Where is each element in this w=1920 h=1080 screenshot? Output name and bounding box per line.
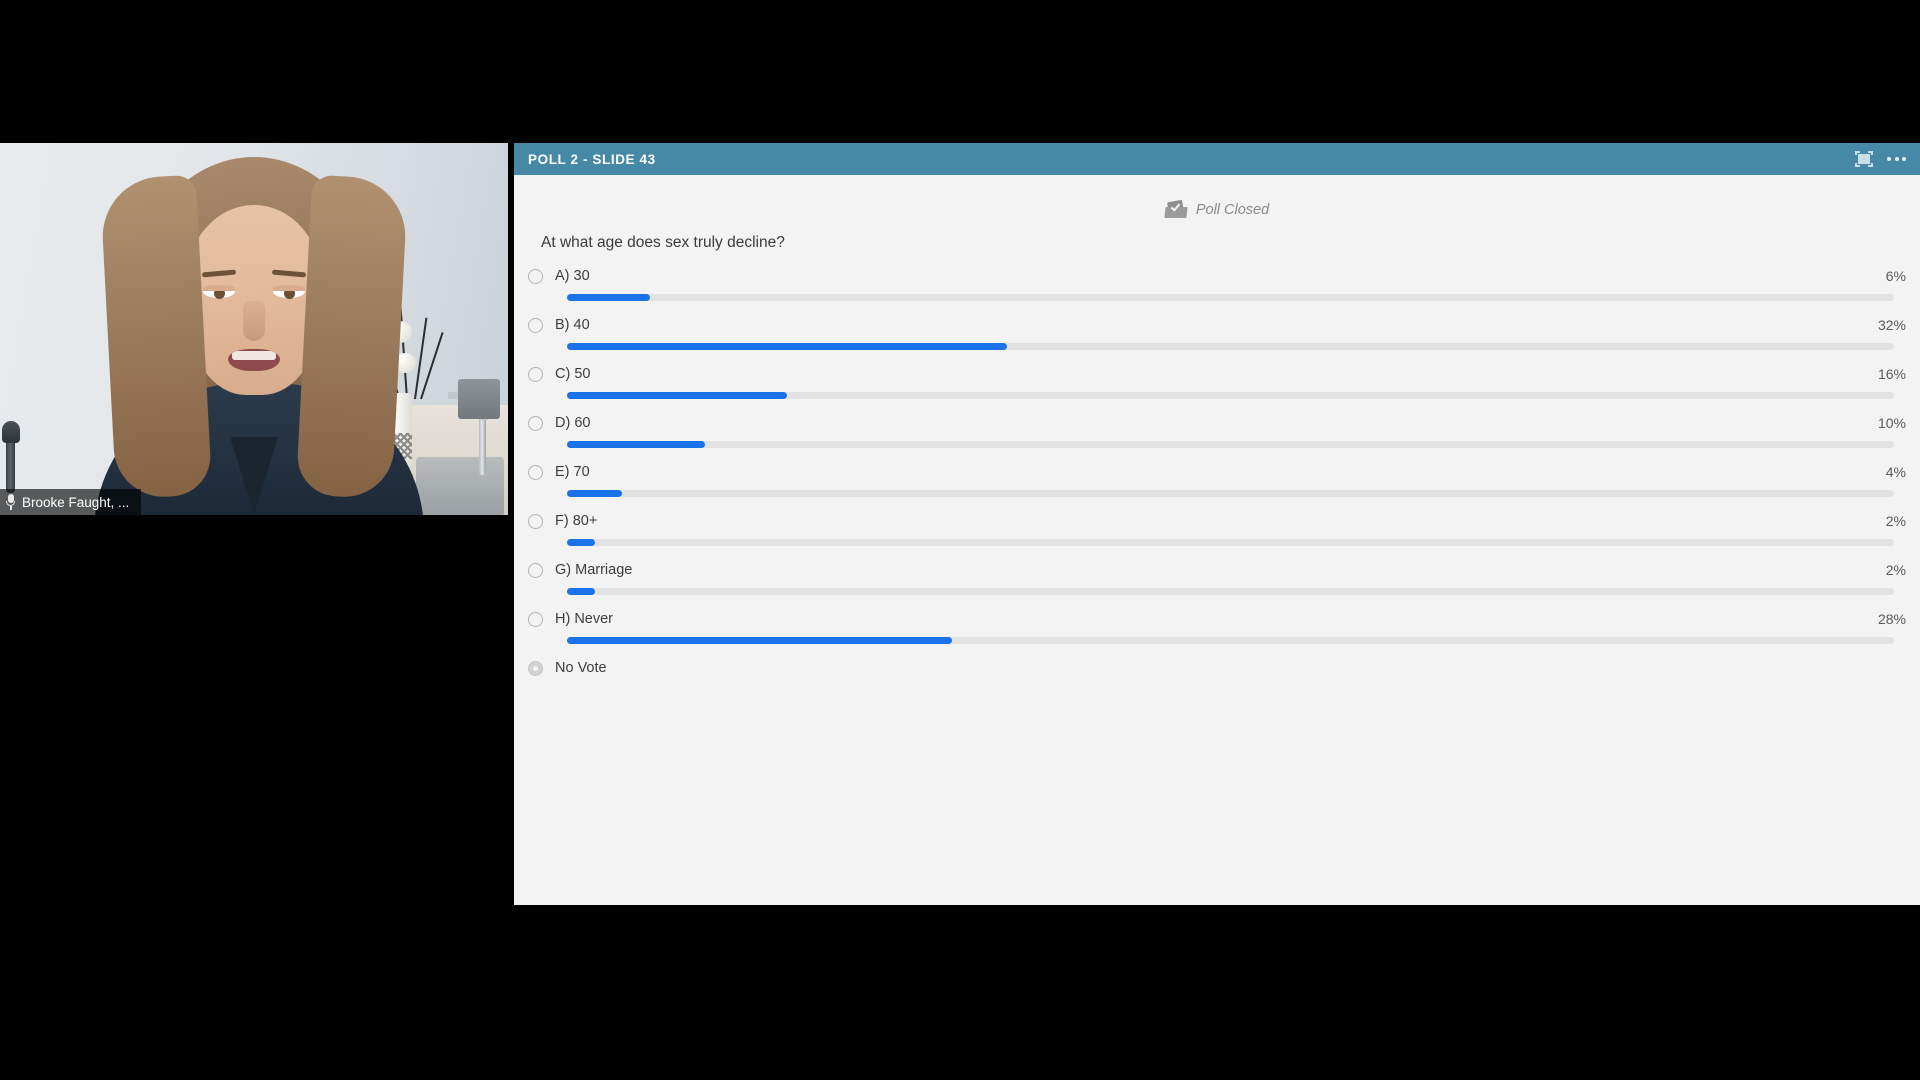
poll-option-label: F) 80+ bbox=[555, 513, 598, 529]
poll-bar-track bbox=[567, 490, 1894, 497]
participant-name: Brooke Faught, ... bbox=[22, 494, 130, 510]
poll-option: B) 40 32% bbox=[528, 314, 1906, 350]
poll-option-percent: 10% bbox=[1877, 415, 1906, 431]
microphone-head bbox=[2, 421, 20, 443]
poll-option: No Vote bbox=[528, 657, 1906, 679]
poll-option-percent: 16% bbox=[1877, 366, 1906, 382]
poll-option-label: B) 40 bbox=[555, 317, 590, 333]
poll-option-left: No Vote bbox=[528, 660, 607, 676]
screen: Brooke Faught, ... POLL 2 - SLIDE 43 Pol… bbox=[0, 0, 1920, 1080]
poll-option-left: F) 80+ bbox=[528, 513, 597, 529]
poll-option-label: G) Marriage bbox=[555, 562, 633, 578]
ballot-checked-icon bbox=[1164, 199, 1188, 218]
person-hair-strand bbox=[295, 174, 409, 500]
radio-unselected-icon[interactable] bbox=[528, 611, 543, 627]
poll-option-left: A) 30 bbox=[528, 268, 590, 284]
poll-bar-track bbox=[567, 343, 1894, 350]
soap-dispenser bbox=[458, 379, 500, 419]
poll-status: Poll Closed bbox=[528, 199, 1906, 218]
poll-body: Poll Closed At what age does sex truly d… bbox=[514, 199, 1920, 679]
radio-unselected-icon[interactable] bbox=[528, 317, 543, 333]
poll-bar-track bbox=[567, 637, 1894, 644]
poll-option-label: E) 70 bbox=[555, 464, 590, 480]
poll-bar-fill bbox=[567, 588, 595, 595]
person-eye bbox=[203, 285, 235, 299]
faucet bbox=[479, 413, 486, 475]
poll-option-label: C) 50 bbox=[555, 366, 591, 382]
poll-option: D) 60 10% bbox=[528, 412, 1906, 448]
microphone-icon bbox=[6, 494, 15, 510]
poll-option-left: G) Marriage bbox=[528, 562, 632, 578]
radio-unselected-icon[interactable] bbox=[528, 513, 543, 529]
poll-option: F) 80+ 2% bbox=[528, 510, 1906, 546]
poll-bar-fill bbox=[567, 539, 595, 546]
poll-bar-fill bbox=[567, 490, 623, 497]
poll-options-list: A) 30 6% B) 40 32% C) 50 16% D) 60 10% E) 70 4% F)… bbox=[528, 265, 1906, 679]
poll-bar-fill bbox=[567, 294, 650, 301]
poll-question: At what age does sex truly decline? bbox=[541, 234, 785, 251]
poll-option: H) Never 28% bbox=[528, 608, 1906, 644]
poll-bar-track bbox=[567, 294, 1894, 301]
poll-option-left: E) 70 bbox=[528, 464, 590, 480]
sink bbox=[416, 457, 504, 515]
poll-option: G) Marriage 2% bbox=[528, 559, 1906, 595]
poll-bar-fill bbox=[567, 392, 788, 399]
poll-option-label: D) 60 bbox=[555, 415, 591, 431]
poll-option-percent: 2% bbox=[1885, 513, 1906, 529]
person-eye bbox=[273, 285, 305, 299]
radio-unselected-icon[interactable] bbox=[528, 415, 543, 431]
poll-option: C) 50 16% bbox=[528, 363, 1906, 399]
poll-bar-track bbox=[567, 539, 1894, 546]
more-options-icon[interactable] bbox=[1887, 157, 1906, 161]
poll-panel: POLL 2 - SLIDE 43 Poll Closed At what ag… bbox=[514, 143, 1920, 905]
poll-titlebar: POLL 2 - SLIDE 43 bbox=[514, 143, 1920, 175]
expand-fullscreen-icon[interactable] bbox=[1855, 151, 1873, 167]
poll-option-row[interactable]: B) 40 32% bbox=[528, 314, 1906, 336]
poll-option-left: C) 50 bbox=[528, 366, 590, 382]
poll-bar-fill bbox=[567, 343, 1008, 350]
poll-option: E) 70 4% bbox=[528, 461, 1906, 497]
poll-option-left: D) 60 bbox=[528, 415, 590, 431]
poll-option-percent: 4% bbox=[1885, 464, 1906, 480]
poll-option-label: H) Never bbox=[555, 611, 614, 627]
radio-unselected-icon[interactable] bbox=[528, 268, 543, 284]
poll-option-row[interactable]: H) Never 28% bbox=[528, 608, 1906, 630]
radio-unselected-icon[interactable] bbox=[528, 366, 543, 382]
video-tile[interactable]: Brooke Faught, ... bbox=[0, 143, 508, 515]
poll-option-percent: 28% bbox=[1877, 611, 1906, 627]
poll-bar-track bbox=[567, 588, 1894, 595]
titlebar-actions bbox=[1855, 151, 1906, 167]
poll-bar-fill bbox=[567, 441, 705, 448]
poll-option-percent: 6% bbox=[1885, 268, 1906, 284]
participant-name-badge: Brooke Faught, ... bbox=[0, 489, 142, 515]
poll-option-row[interactable]: D) 60 10% bbox=[528, 412, 1906, 434]
poll-bar-track bbox=[567, 392, 1894, 399]
poll-option-label: No Vote bbox=[555, 660, 607, 676]
poll-option-label: A) 30 bbox=[555, 268, 590, 284]
poll-option-row[interactable]: E) 70 4% bbox=[528, 461, 1906, 483]
poll-option-row[interactable]: G) Marriage 2% bbox=[528, 559, 1906, 581]
poll-option-left: H) Never bbox=[528, 611, 613, 627]
poll-option-row[interactable]: No Vote bbox=[528, 657, 1906, 679]
poll-option: A) 30 6% bbox=[528, 265, 1906, 301]
radio-unselected-icon[interactable] bbox=[528, 464, 543, 480]
poll-title: POLL 2 - SLIDE 43 bbox=[528, 151, 656, 167]
radio-selected-icon[interactable] bbox=[528, 660, 543, 676]
poll-option-row[interactable]: C) 50 16% bbox=[528, 363, 1906, 385]
person-mouth bbox=[228, 349, 280, 371]
poll-status-label: Poll Closed bbox=[1195, 201, 1270, 218]
poll-option-row[interactable]: A) 30 6% bbox=[528, 265, 1906, 287]
poll-option-percent: 32% bbox=[1877, 317, 1906, 333]
poll-bar-fill bbox=[567, 637, 953, 644]
person-nose bbox=[243, 301, 265, 341]
radio-unselected-icon[interactable] bbox=[528, 562, 543, 578]
poll-bar-track bbox=[567, 441, 1894, 448]
poll-option-left: B) 40 bbox=[528, 317, 590, 333]
poll-option-row[interactable]: F) 80+ 2% bbox=[528, 510, 1906, 532]
person-hair-strand bbox=[99, 174, 213, 500]
poll-option-percent: 2% bbox=[1885, 562, 1906, 578]
